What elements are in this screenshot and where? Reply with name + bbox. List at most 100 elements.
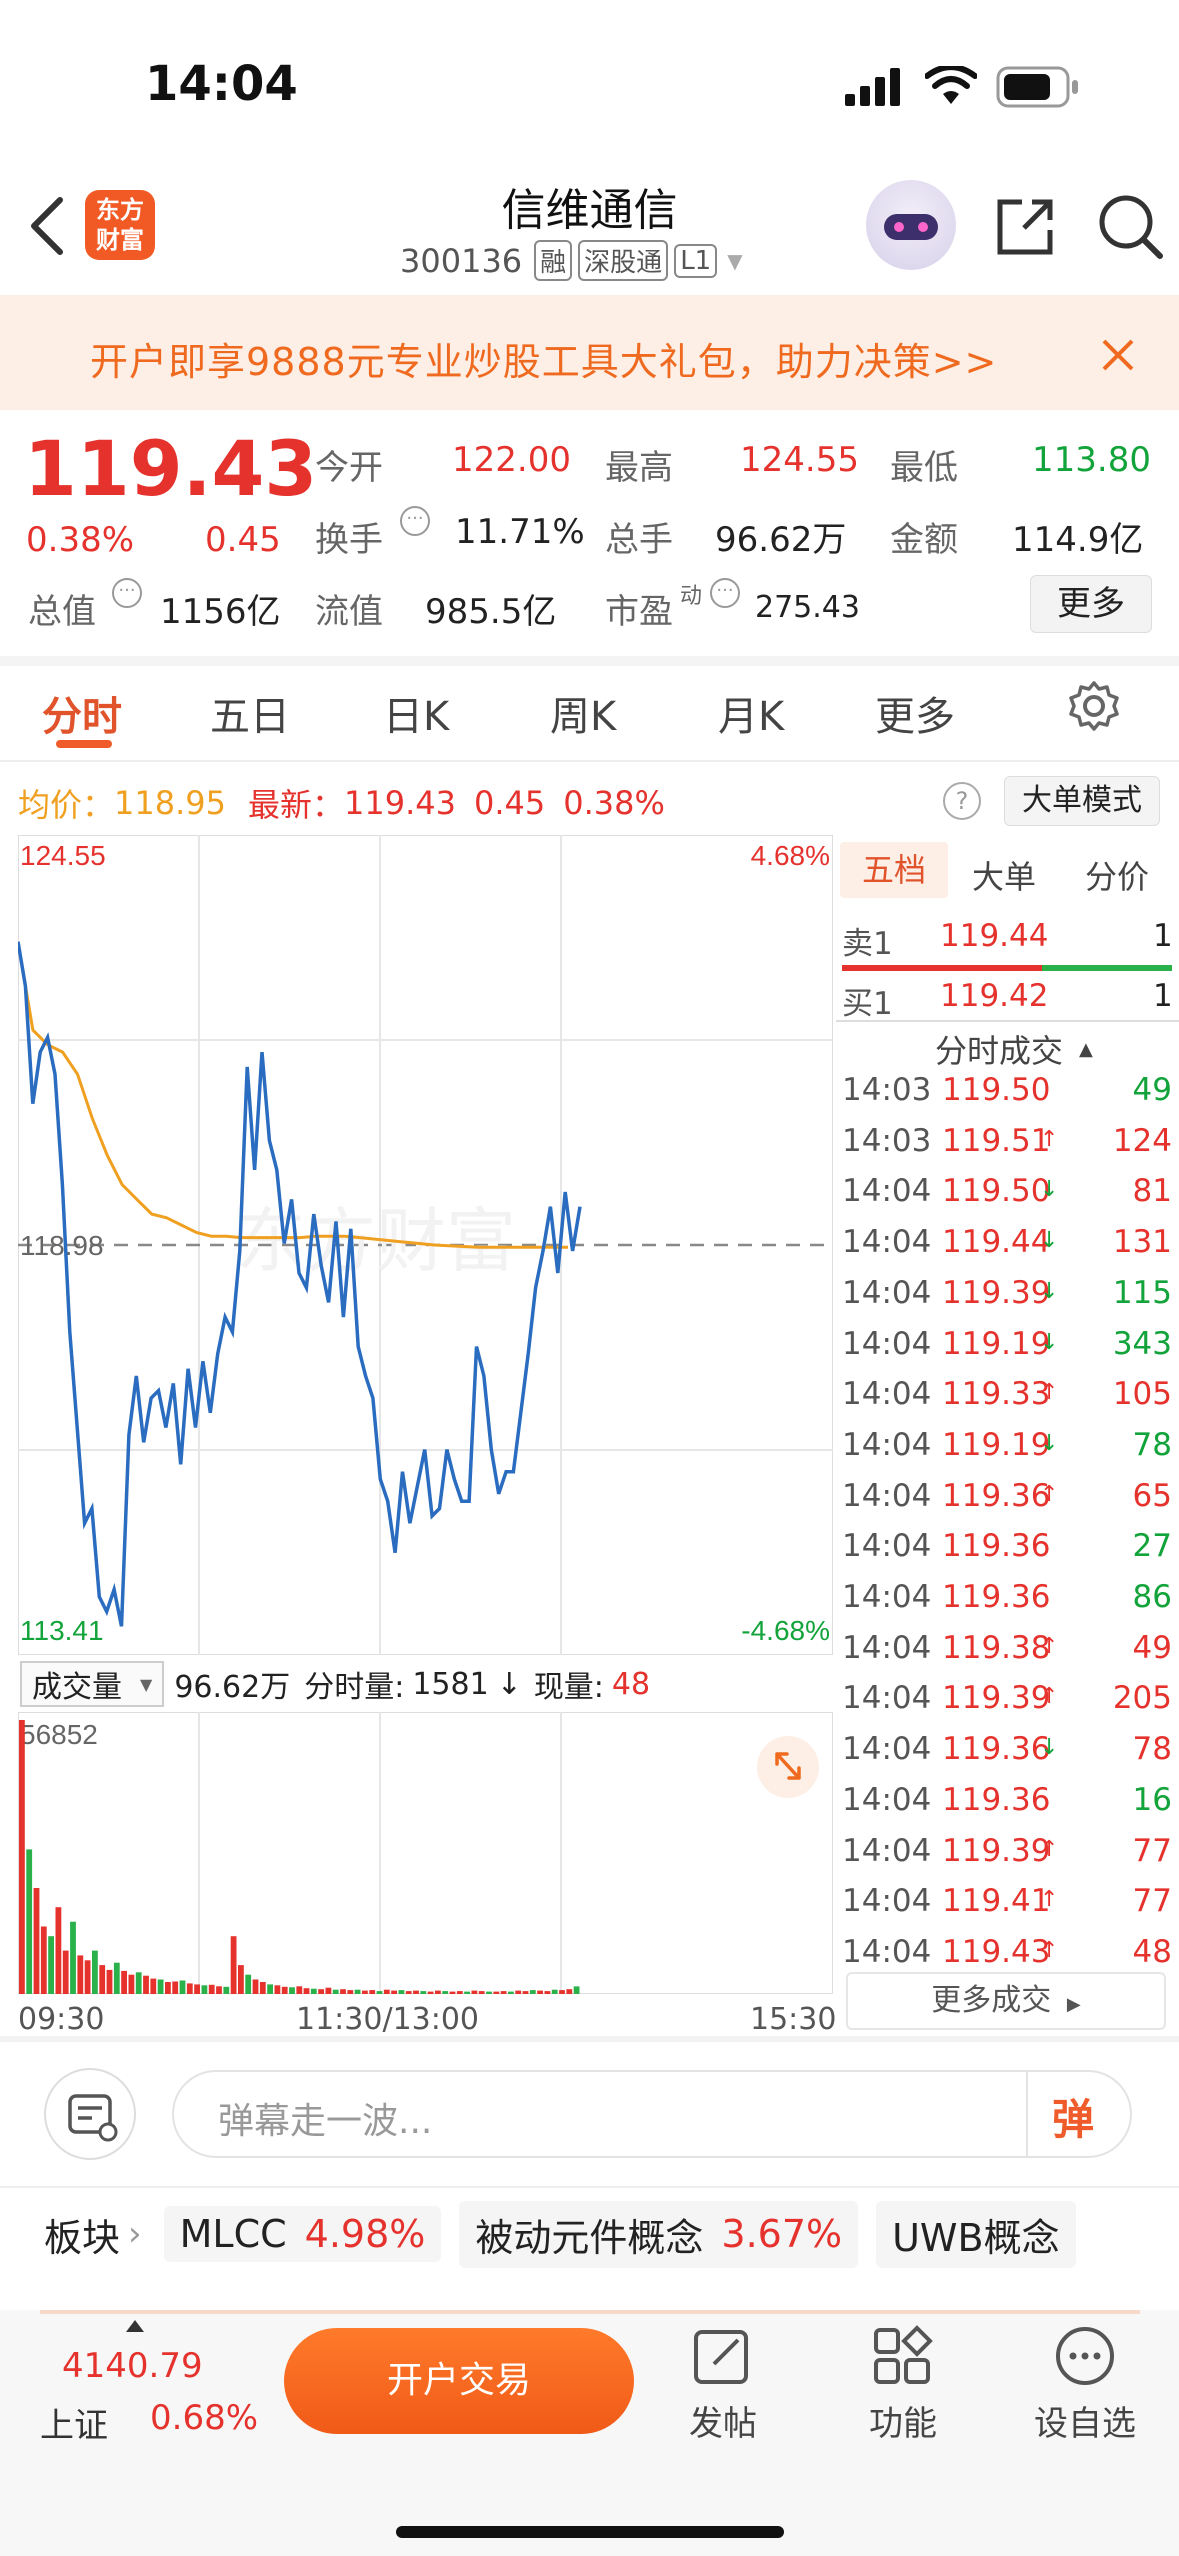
tick-volume: 131 — [1112, 1224, 1172, 1261]
more-dots-icon — [1056, 2327, 1114, 2385]
sector-chip[interactable]: UWB概念 — [876, 2200, 1076, 2268]
volume-bar — [238, 1965, 244, 1994]
tick-price: 119.36 — [942, 1528, 1051, 1565]
volume-bar — [121, 1970, 127, 1994]
volume-bar — [332, 1989, 339, 1994]
tick-direction: ↑ — [1040, 1481, 1059, 1507]
sector-chip[interactable]: 被动元件概念 3.67% — [459, 2200, 859, 2268]
volume-bar — [529, 1990, 536, 1994]
tick-price: 119.39 — [942, 1680, 1051, 1717]
tab-monthly-k[interactable]: 月K — [718, 684, 784, 742]
volume-bar — [128, 1974, 135, 1994]
volume-bar — [55, 1907, 62, 1994]
volume-bar — [522, 1991, 529, 1994]
volume-indicator-select[interactable]: 成交量 ▼ — [20, 1661, 165, 1707]
tick-time: 14:04 — [842, 1629, 932, 1666]
volume-bar — [551, 1989, 558, 1994]
add-watchlist-label: 设自选 — [1034, 2404, 1136, 2444]
volume-bar — [70, 1921, 76, 1994]
volume-bar — [340, 1989, 346, 1994]
volume-bar — [369, 1990, 376, 1994]
tab-price-levels[interactable]: 分价 — [1085, 852, 1149, 898]
share-icon[interactable] — [992, 194, 1058, 260]
post-button[interactable]: 发帖 — [688, 2324, 758, 2454]
tab-daily-k[interactable]: 日K — [383, 684, 449, 742]
promo-banner[interactable]: 开户即享9888元专业炒股工具大礼包，助力决策>> — [0, 295, 1179, 410]
expand-icon[interactable] — [757, 1736, 819, 1798]
chevron-down-icon[interactable]: ▼ — [727, 249, 742, 273]
sector-chip[interactable]: MLCC 4.98% — [163, 2206, 442, 2262]
info-icon[interactable]: ··· — [112, 578, 142, 608]
tick-direction: ↑ — [1040, 1937, 1059, 1963]
tick-volume: 115 — [1112, 1274, 1172, 1311]
tab-5day[interactable]: 五日 — [210, 684, 290, 742]
pe-value: 275.43 — [755, 590, 860, 625]
volume-label: 总手 — [605, 520, 673, 560]
tick-volume: 86 — [1132, 1579, 1172, 1615]
tick-time: 14:03 — [842, 1122, 932, 1159]
tab-five-levels[interactable]: 五档 — [840, 842, 948, 898]
tick-price: 119.50 — [942, 1173, 1051, 1210]
volume-bar — [194, 1984, 200, 1994]
status-time: 14:04 — [145, 56, 298, 112]
more-button[interactable]: 更多 — [1030, 575, 1152, 633]
index-name: 上证 — [40, 2406, 108, 2446]
add-watchlist-button[interactable]: 设自选 — [1030, 2324, 1140, 2454]
tab-indicator — [56, 740, 112, 748]
tick-price: 119.36 — [942, 1477, 1051, 1514]
tick-time: 14:04 — [842, 1376, 932, 1413]
avg-label: 均价： — [18, 786, 115, 824]
search-icon[interactable] — [1096, 192, 1166, 262]
y-max-label: 124.55 — [20, 840, 106, 871]
chevron-right-icon[interactable]: › — [128, 2214, 142, 2254]
info-icon[interactable]: ··· — [710, 578, 740, 608]
mktcap-value: 1156亿 — [160, 592, 281, 632]
intraday-price-chart[interactable]: 东方财富 124.55 118.98 113.41 4.68% -4.68% — [18, 835, 833, 1655]
volume-indicator-label: 成交量 — [32, 1670, 122, 1705]
tick-price: 119.33 — [942, 1376, 1051, 1413]
tick-time: 14:04 — [842, 1325, 932, 1362]
chart-tabs: 分时 五日 日K 周K 月K 更多 — [0, 660, 1179, 760]
tick-row: 14:04 119.44 ↓ 131 — [842, 1224, 1172, 1274]
volume-bar — [216, 1986, 222, 1994]
tick-volume: 16 — [1132, 1781, 1172, 1818]
danmu-toggle-icon[interactable] — [44, 2068, 136, 2160]
tick-direction: ↑ — [1040, 1887, 1059, 1913]
ticks-header[interactable]: 分时成交 ▲ — [935, 1026, 1093, 1072]
help-icon[interactable]: ? — [943, 782, 981, 820]
close-icon[interactable] — [1098, 335, 1138, 375]
volume-bar — [201, 1985, 208, 1994]
big-order-mode-button[interactable]: 大单模式 — [1004, 776, 1160, 826]
tick-price: 119.19 — [942, 1426, 1051, 1463]
volume-bar — [405, 1991, 412, 1994]
change-value: 0.45 — [205, 520, 281, 560]
more-ticks-button[interactable]: 更多成交 ▶ — [846, 1972, 1166, 2030]
info-icon[interactable]: ··· — [400, 506, 430, 536]
volume-bar — [427, 1991, 434, 1994]
ticks-title: 分时成交 — [935, 1032, 1064, 1070]
buy1-price: 119.42 — [940, 978, 1049, 1014]
tab-weekly-k[interactable]: 周K — [550, 684, 616, 742]
functions-button[interactable]: 功能 — [868, 2324, 938, 2454]
buy1-label: 买1 — [842, 986, 893, 1022]
robot-assistant-icon[interactable] — [866, 180, 956, 270]
volume-bar — [281, 1986, 288, 1994]
tab-big-orders[interactable]: 大单 — [972, 852, 1036, 898]
tick-volume: 49 — [1132, 1629, 1172, 1666]
tick-row: 14:04 119.19 ↓ 343 — [842, 1326, 1172, 1376]
volume-bar — [508, 1991, 514, 1994]
volume-bar — [464, 1991, 470, 1994]
open-account-trade-button[interactable]: 开户交易 — [284, 2328, 634, 2434]
promo-text: 开户即享9888元专业炒股工具大礼包，助力决策>> — [90, 340, 998, 384]
bottom-toolbar: 4140.79 上证 0.68% 开户交易 发帖 功能 设自选 — [0, 2310, 1179, 2556]
tab-intraday[interactable]: 分时 — [42, 684, 122, 742]
settings-gear-icon[interactable] — [1068, 680, 1120, 732]
volume-bar — [186, 1983, 193, 1994]
tick-direction: ↓ — [1040, 1177, 1059, 1203]
danmu-input[interactable]: 弹幕走一波... 弹 — [172, 2070, 1132, 2158]
latest-pct: 0.38% — [563, 784, 665, 822]
volume-chart[interactable]: 56852 — [18, 1712, 833, 1994]
danmu-send-button[interactable]: 弹 — [1052, 2086, 1094, 2147]
volume-bar — [471, 1990, 478, 1994]
tab-more[interactable]: 更多 — [875, 684, 955, 742]
